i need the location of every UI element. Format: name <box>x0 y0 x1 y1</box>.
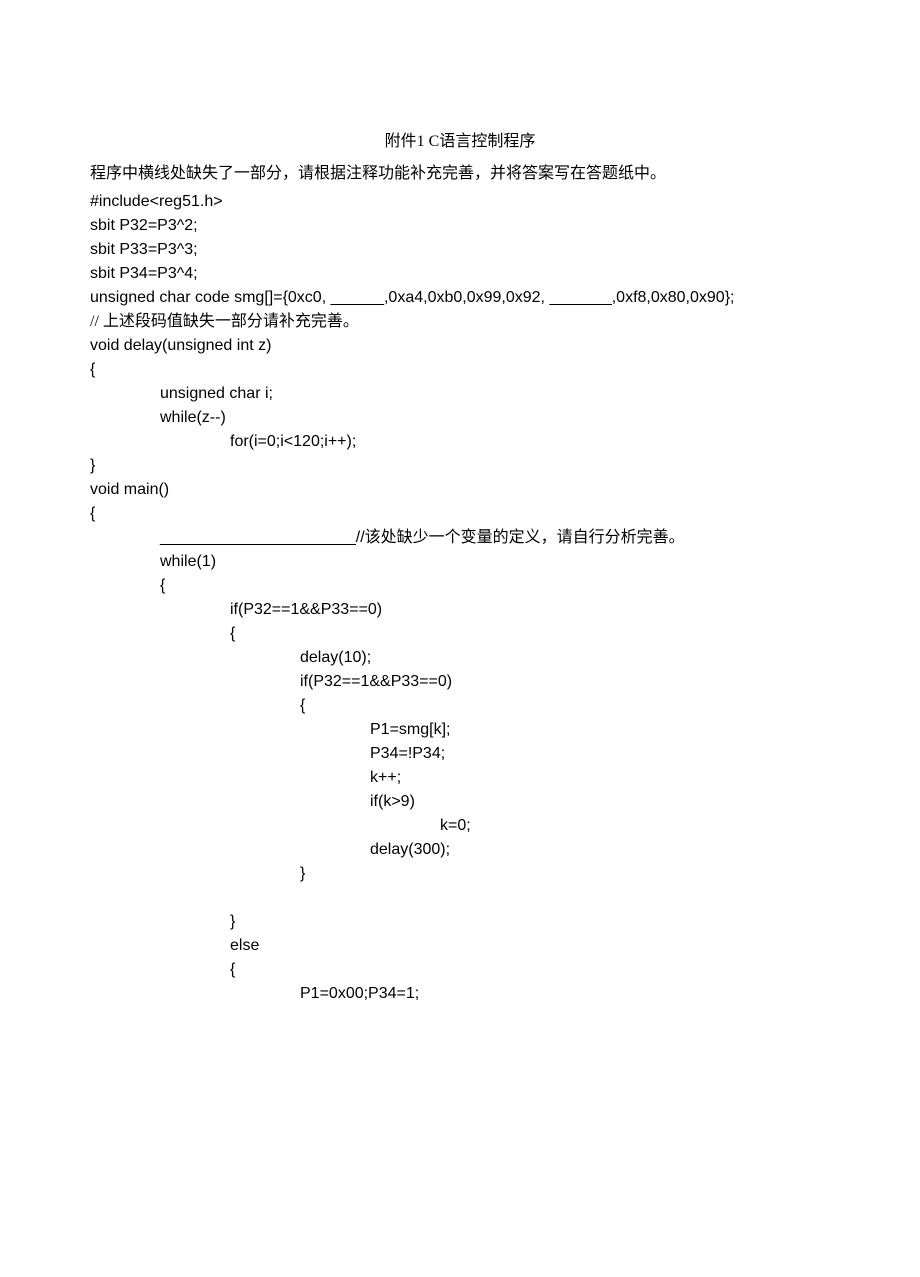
code-line: while(1) <box>160 550 830 574</box>
code-line: k++; <box>370 766 830 790</box>
code-line: { <box>230 958 830 982</box>
code-line: } <box>230 910 830 934</box>
code-line: k=0; <box>440 814 830 838</box>
code-line <box>300 886 830 910</box>
code-line: if(P32==1&&P33==0) <box>230 598 830 622</box>
code-line: sbit P34=P3^4; <box>90 262 830 286</box>
code-line: { <box>90 358 830 382</box>
code-line: delay(10); <box>300 646 830 670</box>
code-line: } <box>90 454 830 478</box>
code-line: { <box>300 694 830 718</box>
code-line: } <box>300 862 830 886</box>
code-line: // 上述段码值缺失一部分请补充完善。 <box>90 310 830 334</box>
code-line: delay(300); <box>370 838 830 862</box>
code-line: if(P32==1&&P33==0) <box>300 670 830 694</box>
code-line: ______________________//该处缺少一个变量的定义，请自行分… <box>160 526 830 550</box>
code-line: sbit P33=P3^3; <box>90 238 830 262</box>
code-line: P1=0x00;P34=1; <box>300 982 830 1006</box>
code-line: void main() <box>90 478 830 502</box>
code-line: sbit P32=P3^2; <box>90 214 830 238</box>
code-line: #include<reg51.h> <box>90 190 830 214</box>
code-line: while(z--) <box>160 406 830 430</box>
code-line: unsigned char code smg[]={0xc0, ______,0… <box>90 286 830 310</box>
code-line: P1=smg[k]; <box>370 718 830 742</box>
code-line: unsigned char i; <box>160 382 830 406</box>
document-title: 附件1 C语言控制程序 <box>90 130 830 154</box>
document-instruction: 程序中横线处缺失了一部分，请根据注释功能补充完善，并将答案写在答题纸中。 <box>90 162 830 186</box>
code-line: else <box>230 934 830 958</box>
code-line: if(k>9) <box>370 790 830 814</box>
code-line: { <box>90 502 830 526</box>
code-line: for(i=0;i<120;i++); <box>230 430 830 454</box>
code-line: void delay(unsigned int z) <box>90 334 830 358</box>
code-line: { <box>230 622 830 646</box>
code-line: { <box>160 574 830 598</box>
code-line: P34=!P34; <box>370 742 830 766</box>
code-block: #include<reg51.h>sbit P32=P3^2;sbit P33=… <box>90 190 830 1006</box>
